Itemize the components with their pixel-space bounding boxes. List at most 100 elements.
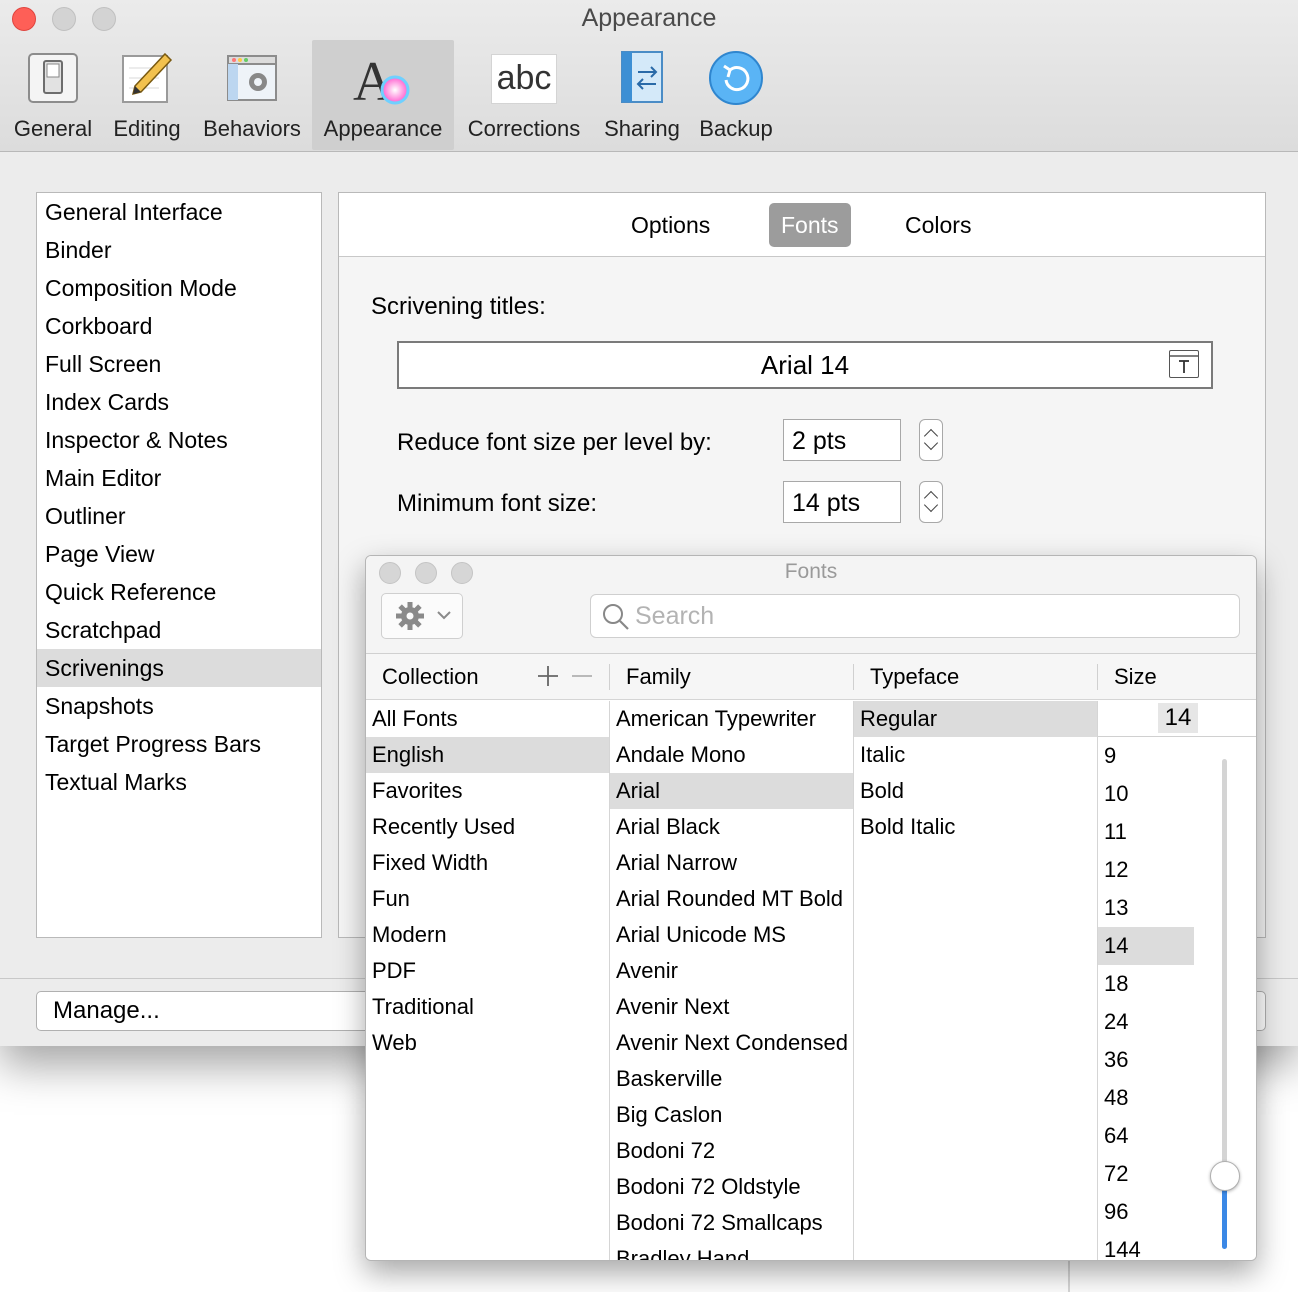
toolbar-item-appearance[interactable]: A Appearance <box>312 40 454 150</box>
sidebar-item-scrivenings[interactable]: Scrivenings <box>37 649 321 687</box>
sidebar-item-full-screen[interactable]: Full Screen <box>37 345 321 383</box>
size-list: 9 10 11 12 13 14 18 24 36 48 64 72 96 14… <box>1098 737 1198 1260</box>
sidebar-item-quick-reference[interactable]: Quick Reference <box>37 573 321 611</box>
sidebar-item-general-interface[interactable]: General Interface <box>37 193 321 231</box>
font-panel-icon[interactable] <box>1169 350 1199 378</box>
sidebar-item-outliner[interactable]: Outliner <box>37 497 321 535</box>
toolbar-label-corrections: Corrections <box>467 116 581 141</box>
family-item[interactable]: Baskerville <box>610 1061 853 1097</box>
toolbar-item-sharing[interactable]: Sharing <box>596 40 688 150</box>
family-item[interactable]: American Typewriter <box>610 701 853 737</box>
toolbar-item-general[interactable]: General <box>6 40 100 150</box>
header-size: Size <box>1114 664 1157 689</box>
sidebar-item-index-cards[interactable]: Index Cards <box>37 383 321 421</box>
collection-item-fixed-width[interactable]: Fixed Width <box>366 845 609 881</box>
search-field[interactable] <box>590 594 1240 638</box>
collection-item-favorites[interactable]: Favorites <box>366 773 609 809</box>
size-item[interactable]: 72 <box>1098 1155 1198 1193</box>
collection-item-web[interactable]: Web <box>366 1025 609 1061</box>
collection-item-english[interactable]: English <box>366 737 609 773</box>
toolbar-item-behaviors[interactable]: Behaviors <box>196 40 308 150</box>
typeface-item-bold-italic[interactable]: Bold Italic <box>854 809 1097 845</box>
family-item[interactable]: Arial Narrow <box>610 845 853 881</box>
toolbar-label-editing: Editing <box>113 116 181 141</box>
sidebar-item-composition-mode[interactable]: Composition Mode <box>37 269 321 307</box>
size-item[interactable]: 24 <box>1098 1003 1198 1041</box>
sidebar-item-scratchpad[interactable]: Scratchpad <box>37 611 321 649</box>
fonts-panel-header: Fonts <box>366 556 1256 654</box>
family-item-selected[interactable]: Arial <box>610 773 853 809</box>
family-item[interactable]: Bodoni 72 Smallcaps <box>610 1205 853 1241</box>
sidebar-item-snapshots[interactable]: Snapshots <box>37 687 321 725</box>
size-field <box>1098 701 1256 737</box>
header-collection: Collection <box>382 664 479 689</box>
toolbar-label-behaviors: Behaviors <box>203 116 301 141</box>
collection-item-pdf[interactable]: PDF <box>366 953 609 989</box>
family-item[interactable]: Big Caslon <box>610 1097 853 1133</box>
family-item[interactable]: Avenir Next <box>610 989 853 1025</box>
font-well[interactable]: Arial 14 <box>397 341 1213 389</box>
family-item[interactable]: Bodoni 72 Oldstyle <box>610 1169 853 1205</box>
collection-item-all-fonts[interactable]: All Fonts <box>366 701 609 737</box>
size-item[interactable]: 36 <box>1098 1041 1198 1079</box>
size-item[interactable]: 144 <box>1098 1231 1198 1260</box>
typeface-item-regular[interactable]: Regular <box>854 701 1097 737</box>
reduce-font-size-field[interactable]: 2 pts <box>783 419 901 461</box>
sidebar-item-textual-marks[interactable]: Textual Marks <box>37 763 321 801</box>
manage-button[interactable]: Manage... <box>36 991 376 1031</box>
family-item[interactable]: Arial Unicode MS <box>610 917 853 953</box>
collection-item-recently-used[interactable]: Recently Used <box>366 809 609 845</box>
size-item[interactable]: 11 <box>1098 813 1198 851</box>
minimum-font-size-stepper[interactable] <box>919 481 943 523</box>
sidebar-item-binder[interactable]: Binder <box>37 231 321 269</box>
toolbar-item-backup[interactable]: Backup <box>692 40 780 150</box>
size-slider-knob[interactable] <box>1210 1161 1240 1191</box>
tab-fonts[interactable]: Fonts <box>769 203 851 247</box>
size-column: 9 10 11 12 13 14 18 24 36 48 64 72 96 14… <box>1098 701 1256 1260</box>
action-menu-button[interactable] <box>381 593 463 639</box>
toolbar-item-corrections[interactable]: abc Corrections <box>460 40 588 150</box>
collection-list: All Fonts English Favorites Recently Use… <box>366 701 610 1260</box>
sidebar-item-page-view[interactable]: Page View <box>37 535 321 573</box>
size-item[interactable]: 10 <box>1098 775 1198 813</box>
typeface-item-italic[interactable]: Italic <box>854 737 1097 773</box>
size-item[interactable]: 18 <box>1098 965 1198 1003</box>
family-item[interactable]: Avenir Next Condensed <box>610 1025 853 1061</box>
size-item[interactable]: 12 <box>1098 851 1198 889</box>
reduce-font-size-stepper[interactable] <box>919 419 943 461</box>
add-collection-button[interactable] <box>536 664 560 688</box>
sidebar-item-inspector-notes[interactable]: Inspector & Notes <box>37 421 321 459</box>
typeface-item-bold[interactable]: Bold <box>854 773 1097 809</box>
title-toolbar: Appearance General Editing Behaviors A A… <box>0 0 1298 152</box>
collection-item-fun[interactable]: Fun <box>366 881 609 917</box>
family-item[interactable]: Arial Black <box>610 809 853 845</box>
collection-item-modern[interactable]: Modern <box>366 917 609 953</box>
family-item[interactable]: Bradley Hand <box>610 1241 853 1260</box>
size-input[interactable] <box>1158 703 1198 733</box>
reduce-font-size-label: Reduce font size per level by: <box>397 429 712 456</box>
sidebar-item-main-editor[interactable]: Main Editor <box>37 459 321 497</box>
size-item[interactable]: 48 <box>1098 1079 1198 1117</box>
sharing-arrows-icon <box>614 50 670 106</box>
family-item[interactable]: Andale Mono <box>610 737 853 773</box>
abc-icon-text: abc <box>496 59 552 97</box>
family-item[interactable]: Bodoni 72 <box>610 1133 853 1169</box>
size-item[interactable]: 96 <box>1098 1193 1198 1231</box>
tab-colors[interactable]: Colors <box>893 203 983 247</box>
family-item[interactable]: Arial Rounded MT Bold <box>610 881 853 917</box>
tab-options[interactable]: Options <box>619 203 722 247</box>
sidebar-list: General Interface Binder Composition Mod… <box>36 192 322 938</box>
size-item[interactable]: 64 <box>1098 1117 1198 1155</box>
minimum-font-size-label: Minimum font size: <box>397 490 598 517</box>
size-item-selected[interactable]: 14 <box>1098 927 1194 965</box>
minimum-font-size-field[interactable]: 14 pts <box>783 481 901 523</box>
size-item[interactable]: 13 <box>1098 889 1198 927</box>
size-item[interactable]: 9 <box>1098 737 1198 775</box>
remove-collection-button[interactable] <box>570 664 594 688</box>
collection-item-traditional[interactable]: Traditional <box>366 989 609 1025</box>
toolbar-item-editing[interactable]: Editing <box>104 40 190 150</box>
sidebar-item-corkboard[interactable]: Corkboard <box>37 307 321 345</box>
sidebar-item-target-progress-bars[interactable]: Target Progress Bars <box>37 725 321 763</box>
search-input[interactable] <box>635 599 1225 633</box>
family-item[interactable]: Avenir <box>610 953 853 989</box>
